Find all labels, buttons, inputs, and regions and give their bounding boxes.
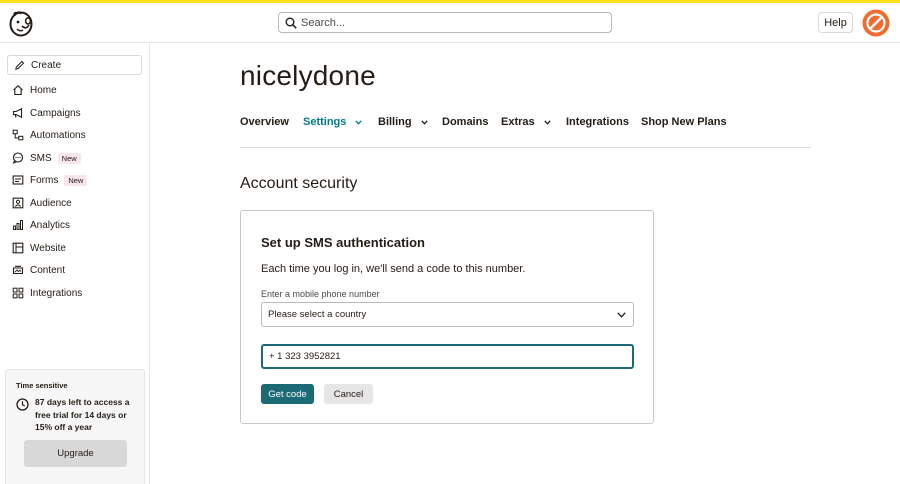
sidebar-item-analytics[interactable]: Analytics bbox=[12, 216, 70, 234]
upgrade-button[interactable]: Upgrade bbox=[24, 440, 127, 467]
sidebar-item-integrations[interactable]: Integrations bbox=[12, 284, 82, 302]
sidebar-item-campaigns[interactable]: Campaigns bbox=[12, 104, 81, 122]
trial-message: 87 days left to access a free trial for … bbox=[35, 397, 130, 432]
sidebar-item-forms[interactable]: Forms New bbox=[12, 171, 88, 189]
phone-field-label: Enter a mobile phone number bbox=[261, 289, 380, 299]
sidebar-item-label: Campaigns bbox=[30, 107, 81, 119]
website-icon bbox=[12, 242, 24, 254]
sidebar-item-label: Content bbox=[30, 264, 66, 276]
chevron-down-icon bbox=[420, 119, 428, 125]
chevron-down-icon bbox=[543, 119, 551, 125]
search-icon bbox=[285, 17, 297, 29]
chevron-down-icon bbox=[617, 312, 626, 318]
tab-label: Domains bbox=[442, 116, 489, 128]
clock-icon bbox=[16, 398, 29, 411]
tab-label: Billing bbox=[378, 116, 412, 128]
sidebar-item-content[interactable]: Content bbox=[12, 261, 65, 279]
form-icon bbox=[12, 175, 24, 185]
tab-label: Overview bbox=[240, 116, 289, 128]
audience-icon bbox=[12, 197, 24, 209]
trial-card: Time sensitive 87 days left to access a … bbox=[5, 369, 145, 484]
sidebar-item-label: Website bbox=[30, 242, 66, 254]
tab-label: Extras bbox=[501, 116, 535, 128]
help-button[interactable]: Help bbox=[818, 12, 853, 33]
trial-label: Time sensitive bbox=[16, 381, 68, 390]
cancel-button[interactable]: Cancel bbox=[324, 384, 373, 404]
sidebar-item-label: Forms bbox=[30, 174, 59, 186]
sidebar-item-website[interactable]: Website bbox=[12, 239, 66, 257]
card-title: Set up SMS authentication bbox=[261, 235, 425, 250]
integrations-icon bbox=[12, 287, 24, 299]
chevron-down-icon bbox=[355, 119, 363, 125]
sms-auth-card: Set up SMS authentication Each time you … bbox=[240, 210, 654, 424]
new-badge: New bbox=[64, 174, 88, 186]
tab-label: Settings bbox=[303, 116, 347, 128]
tab-extras[interactable]: Extras bbox=[501, 116, 551, 128]
mailchimp-logo-icon[interactable] bbox=[8, 10, 34, 37]
tab-shop-new-plans[interactable]: Shop New Plans bbox=[641, 116, 727, 128]
pencil-icon bbox=[15, 60, 25, 70]
sidebar-item-label: Analytics bbox=[30, 219, 71, 231]
sidebar-item-audience[interactable]: Audience bbox=[12, 194, 72, 212]
tab-billing[interactable]: Billing bbox=[378, 116, 428, 128]
automation-icon bbox=[12, 129, 24, 141]
country-select[interactable]: Please select a country bbox=[261, 302, 634, 327]
sidebar-item-automations[interactable]: Automations bbox=[12, 126, 86, 144]
megaphone-icon bbox=[12, 107, 23, 119]
top-bar: Help bbox=[0, 0, 900, 43]
tabs-divider bbox=[240, 147, 810, 148]
sidebar-item-sms[interactable]: SMS New bbox=[12, 149, 81, 167]
tab-integrations[interactable]: Integrations bbox=[566, 116, 629, 128]
search-input[interactable] bbox=[301, 16, 591, 29]
section-title: Account security bbox=[240, 175, 358, 192]
sidebar-item-label: SMS bbox=[30, 152, 52, 164]
card-description: Each time you log in, we'll send a code … bbox=[261, 263, 526, 275]
avatar[interactable] bbox=[862, 9, 890, 37]
sidebar-item-label: Automations bbox=[30, 129, 86, 141]
sidebar-item-label: Home bbox=[30, 84, 57, 96]
country-select-value: Please select a country bbox=[268, 309, 367, 320]
create-button[interactable]: Create bbox=[7, 55, 142, 75]
search-box[interactable] bbox=[278, 12, 612, 33]
tab-overview[interactable]: Overview bbox=[240, 116, 289, 128]
get-code-button[interactable]: Get code bbox=[261, 384, 314, 404]
home-icon bbox=[13, 85, 23, 96]
sms-icon bbox=[12, 152, 24, 164]
account-name: nicelydone bbox=[240, 60, 376, 91]
tab-domains[interactable]: Domains bbox=[442, 116, 488, 128]
create-label: Create bbox=[31, 59, 62, 71]
content-icon bbox=[12, 265, 24, 275]
sidebar-item-label: Audience bbox=[30, 197, 72, 209]
tab-label: Integrations bbox=[566, 116, 629, 128]
tab-label: Shop New Plans bbox=[641, 116, 727, 128]
sidebar: Create Home Campaigns Automations SMS Ne… bbox=[0, 43, 150, 484]
tab-settings[interactable]: Settings bbox=[303, 116, 363, 128]
sidebar-item-label: Integrations bbox=[30, 287, 83, 299]
phone-number-input[interactable] bbox=[261, 344, 634, 369]
analytics-icon bbox=[13, 220, 23, 230]
new-badge: New bbox=[57, 152, 81, 164]
sidebar-item-home[interactable]: Home bbox=[12, 81, 57, 99]
